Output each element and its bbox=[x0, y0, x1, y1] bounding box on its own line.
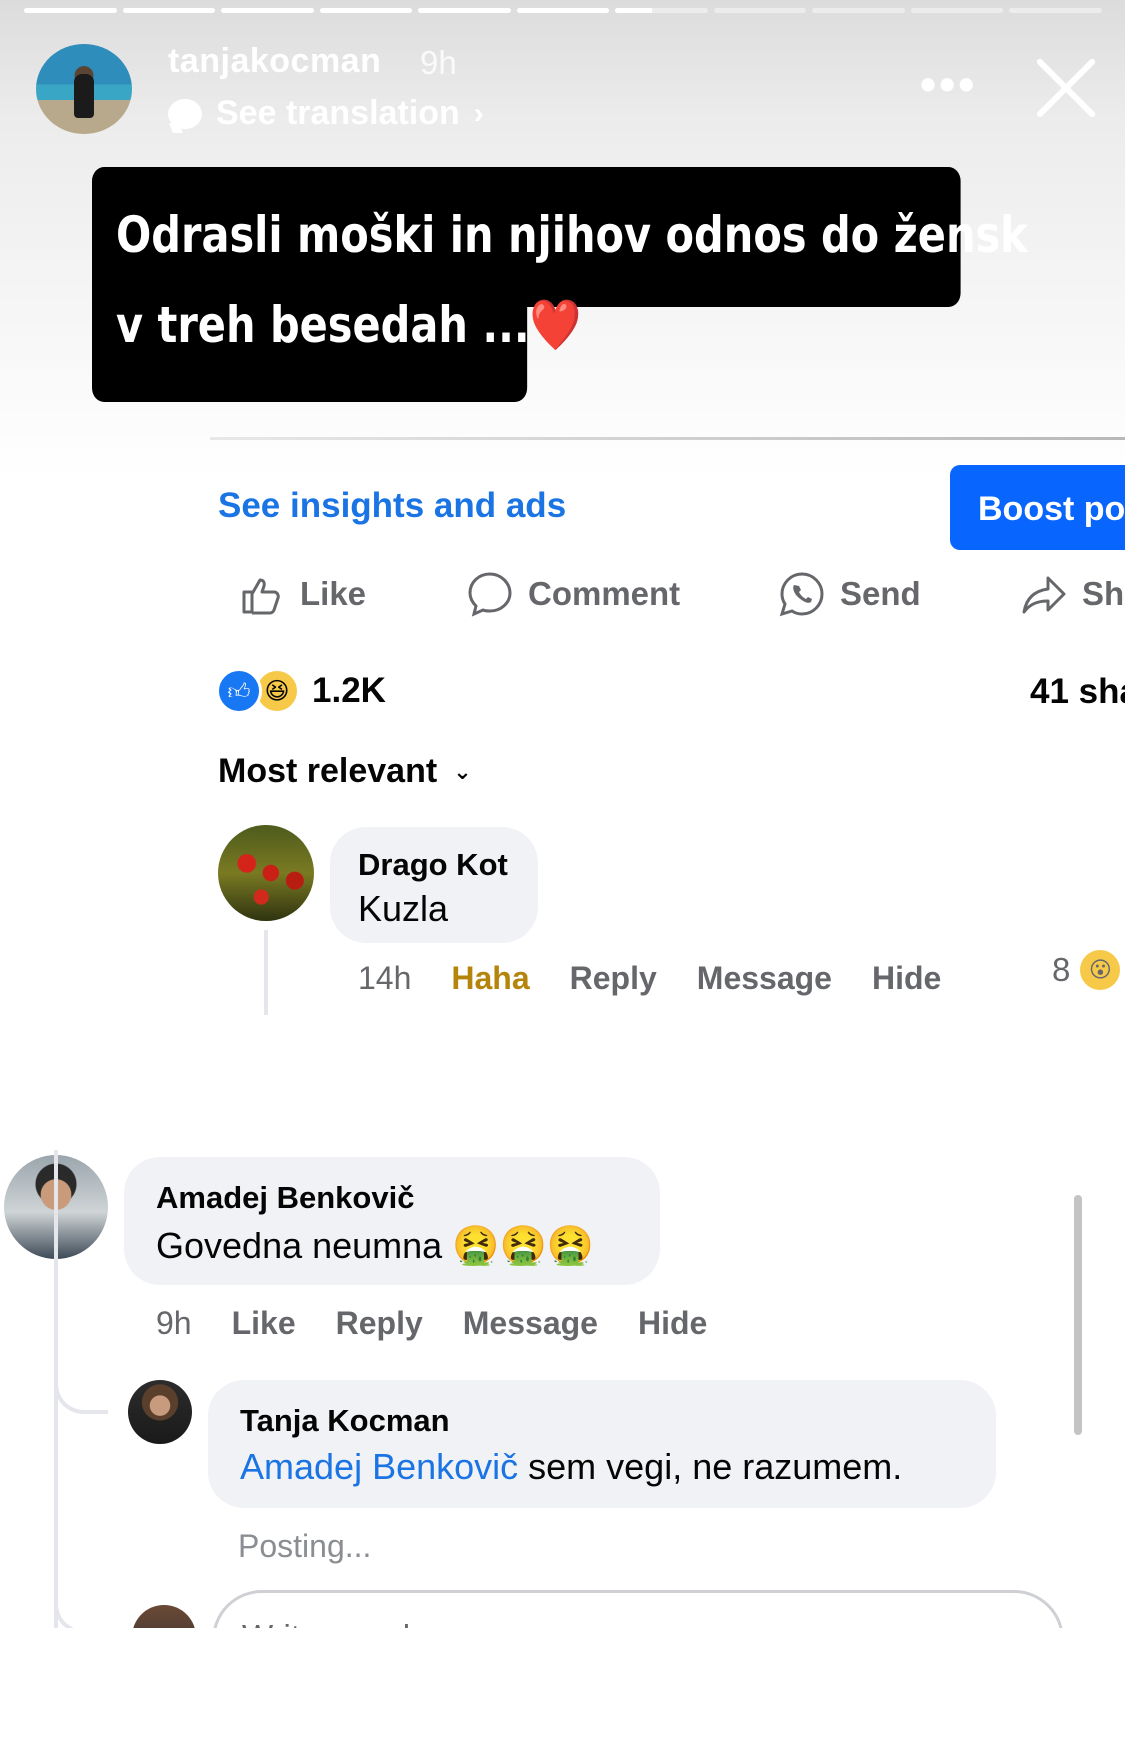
caption-line-1: Odrasli moški in njihov odnos do žensk bbox=[116, 206, 1028, 264]
share-action-label: Sh bbox=[1082, 575, 1125, 612]
see-translation-button[interactable]: See translation › bbox=[168, 94, 484, 133]
whatsapp-icon bbox=[779, 572, 824, 617]
thread-connector bbox=[54, 1340, 108, 1414]
vomiting-face-icon: 🤮🤮🤮 bbox=[452, 1223, 595, 1267]
reply-button[interactable]: Reply bbox=[336, 1305, 423, 1342]
posting-status: Posting... bbox=[238, 1528, 372, 1564]
progress-segment-fill bbox=[418, 8, 511, 13]
progress-segment bbox=[319, 8, 413, 13]
progress-segment bbox=[812, 8, 905, 13]
story-progress-bar bbox=[24, 8, 1103, 13]
heart-icon: ❤️ bbox=[529, 296, 582, 354]
story-avatar[interactable] bbox=[36, 44, 132, 134]
progress-segment-fill bbox=[221, 8, 314, 13]
like-action-label: Like bbox=[300, 575, 367, 612]
story-time: 9h bbox=[420, 44, 457, 81]
progress-segment bbox=[122, 8, 216, 13]
progress-segment bbox=[713, 8, 807, 13]
progress-segment-fill bbox=[615, 8, 653, 13]
see-translation-label: See translation bbox=[216, 94, 460, 132]
message-button[interactable]: Message bbox=[463, 1305, 598, 1342]
progress-segment bbox=[221, 8, 314, 13]
share-arrow-icon bbox=[1022, 576, 1066, 614]
scrollbar[interactable] bbox=[1074, 1195, 1082, 1435]
close-icon[interactable] bbox=[1030, 52, 1100, 122]
hide-button[interactable]: Hide bbox=[638, 1305, 707, 1342]
progress-segment-fill bbox=[24, 8, 117, 13]
thread-connector bbox=[54, 1560, 128, 1634]
caption-line-2: v treh besedah ...❤️ bbox=[116, 280, 1028, 370]
like-action-button[interactable]: Like bbox=[238, 570, 366, 618]
sort-label: Most relevant bbox=[218, 752, 438, 790]
progress-segment bbox=[615, 8, 708, 13]
see-insights-link[interactable]: See insights and ads bbox=[218, 486, 566, 526]
comment-action-label: Comment bbox=[528, 575, 681, 612]
progress-segment bbox=[910, 8, 1004, 13]
share-action-button[interactable]: Sh bbox=[1020, 570, 1124, 618]
reaction-count: 1.2K bbox=[312, 671, 386, 710]
comment-author[interactable]: Drago Kot bbox=[358, 847, 508, 883]
reply-text-row: Amadej Benkovič sem vegi, ne razumem. bbox=[240, 1446, 902, 1488]
avatar-drago-kot[interactable] bbox=[218, 825, 314, 921]
chevron-right-icon: › bbox=[473, 96, 484, 130]
reply-button[interactable]: Reply bbox=[570, 960, 657, 997]
chevron-down-icon: ⌄ bbox=[453, 758, 472, 784]
send-action-button[interactable]: Send bbox=[778, 570, 921, 618]
comment-action-button[interactable]: Comment bbox=[466, 570, 680, 618]
comment-author[interactable]: Amadej Benkovič bbox=[156, 1180, 414, 1216]
send-action-label: Send bbox=[840, 575, 921, 612]
progress-segment bbox=[516, 8, 610, 13]
reply-mention[interactable]: Amadej Benkovič bbox=[240, 1446, 518, 1487]
comment-icon bbox=[468, 572, 512, 617]
progress-segment bbox=[418, 8, 511, 13]
thumbs-up-icon bbox=[242, 578, 280, 615]
comment-meta: 14h Haha Reply Message Hide bbox=[358, 960, 941, 997]
reply-author[interactable]: Tanja Kocman bbox=[240, 1403, 450, 1439]
story-caption: Odrasli moški in njihov odnos do žensk v… bbox=[116, 190, 1028, 370]
bottom-blank-area bbox=[0, 1628, 1125, 1742]
haha-reaction-button[interactable]: Haha bbox=[451, 960, 529, 997]
like-reaction-icon: 👍︎ bbox=[216, 668, 262, 714]
comment-meta: 9h Like Reply Message Hide bbox=[156, 1305, 707, 1342]
progress-segment bbox=[24, 8, 117, 13]
more-options-icon[interactable]: ••• bbox=[920, 61, 977, 107]
avatar-tanja-kocman[interactable] bbox=[128, 1380, 192, 1444]
boost-post-button[interactable]: Boost po bbox=[950, 465, 1125, 550]
comment-text-row: Govedna neumna 🤮🤮🤮 bbox=[156, 1223, 594, 1268]
progress-segment-fill bbox=[319, 8, 413, 13]
share-count[interactable]: 41 sha bbox=[1030, 672, 1125, 712]
comment-time: 14h bbox=[358, 960, 412, 996]
reaction-summary[interactable]: 👍︎ 😆 1.2K bbox=[216, 668, 386, 714]
thread-line bbox=[264, 930, 268, 1015]
comment-sort-dropdown[interactable]: Most relevant ⌄ bbox=[218, 752, 472, 791]
progress-segment-fill bbox=[122, 8, 216, 13]
reply-bubble bbox=[208, 1380, 996, 1508]
reply-text: sem vegi, ne razumem. bbox=[518, 1446, 903, 1487]
message-button[interactable]: Message bbox=[697, 960, 832, 997]
comment-text: Kuzla bbox=[358, 888, 449, 929]
post-divider bbox=[210, 437, 1125, 440]
story-username[interactable]: tanjakocman bbox=[168, 42, 381, 81]
hide-button[interactable]: Hide bbox=[872, 960, 941, 997]
comment-text: Govedna neumna bbox=[156, 1225, 443, 1266]
progress-segment-fill bbox=[516, 8, 610, 13]
like-button[interactable]: Like bbox=[232, 1305, 296, 1342]
comment-time: 9h bbox=[156, 1305, 192, 1341]
comment-reaction-count: 8 bbox=[1052, 951, 1071, 988]
translate-bubble-icon bbox=[168, 98, 202, 129]
wow-reaction-icon: 😮 bbox=[1080, 950, 1121, 990]
comment-reaction-badge[interactable]: 8 😮 bbox=[1052, 950, 1121, 990]
progress-segment bbox=[1009, 8, 1103, 13]
caption-line-2-text: v treh besedah ... bbox=[116, 296, 530, 354]
